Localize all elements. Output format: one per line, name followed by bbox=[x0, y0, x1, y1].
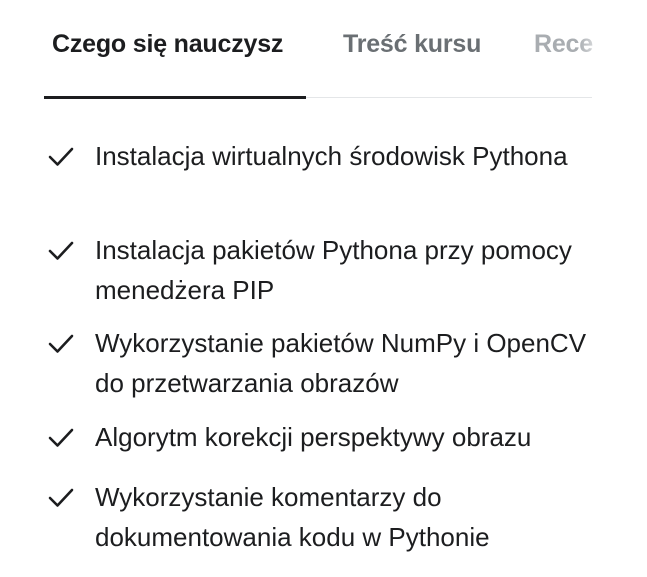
tab-what-you-will-learn[interactable]: Czego się nauczysz bbox=[52, 30, 283, 59]
checkmark-icon bbox=[48, 488, 74, 507]
learning-point-text: Wykorzystanie komentarzy do dokumentowan… bbox=[95, 482, 490, 552]
tab-overflow-fade bbox=[578, 20, 647, 80]
checkmark-icon bbox=[48, 147, 74, 166]
active-tab-indicator bbox=[44, 96, 306, 99]
tab-course-content[interactable]: Treść kursu bbox=[343, 30, 481, 59]
learning-point-text: Instalacja pakietów Pythona przy pomocy … bbox=[95, 235, 572, 305]
learning-point-text: Instalacja wirtualnych środowisk Pythona bbox=[95, 141, 568, 171]
learning-point-text: Wykorzystanie pakietów NumPy i OpenCV do… bbox=[95, 328, 587, 398]
tab-bar: Czego się nauczysz Treść kursu Rece bbox=[0, 0, 647, 100]
learning-point-text: Algorytm korekcji perspektywy obrazu bbox=[95, 422, 532, 452]
checkmark-icon bbox=[48, 334, 74, 353]
checkmark-icon bbox=[48, 241, 74, 260]
checkmark-icon bbox=[48, 428, 74, 447]
